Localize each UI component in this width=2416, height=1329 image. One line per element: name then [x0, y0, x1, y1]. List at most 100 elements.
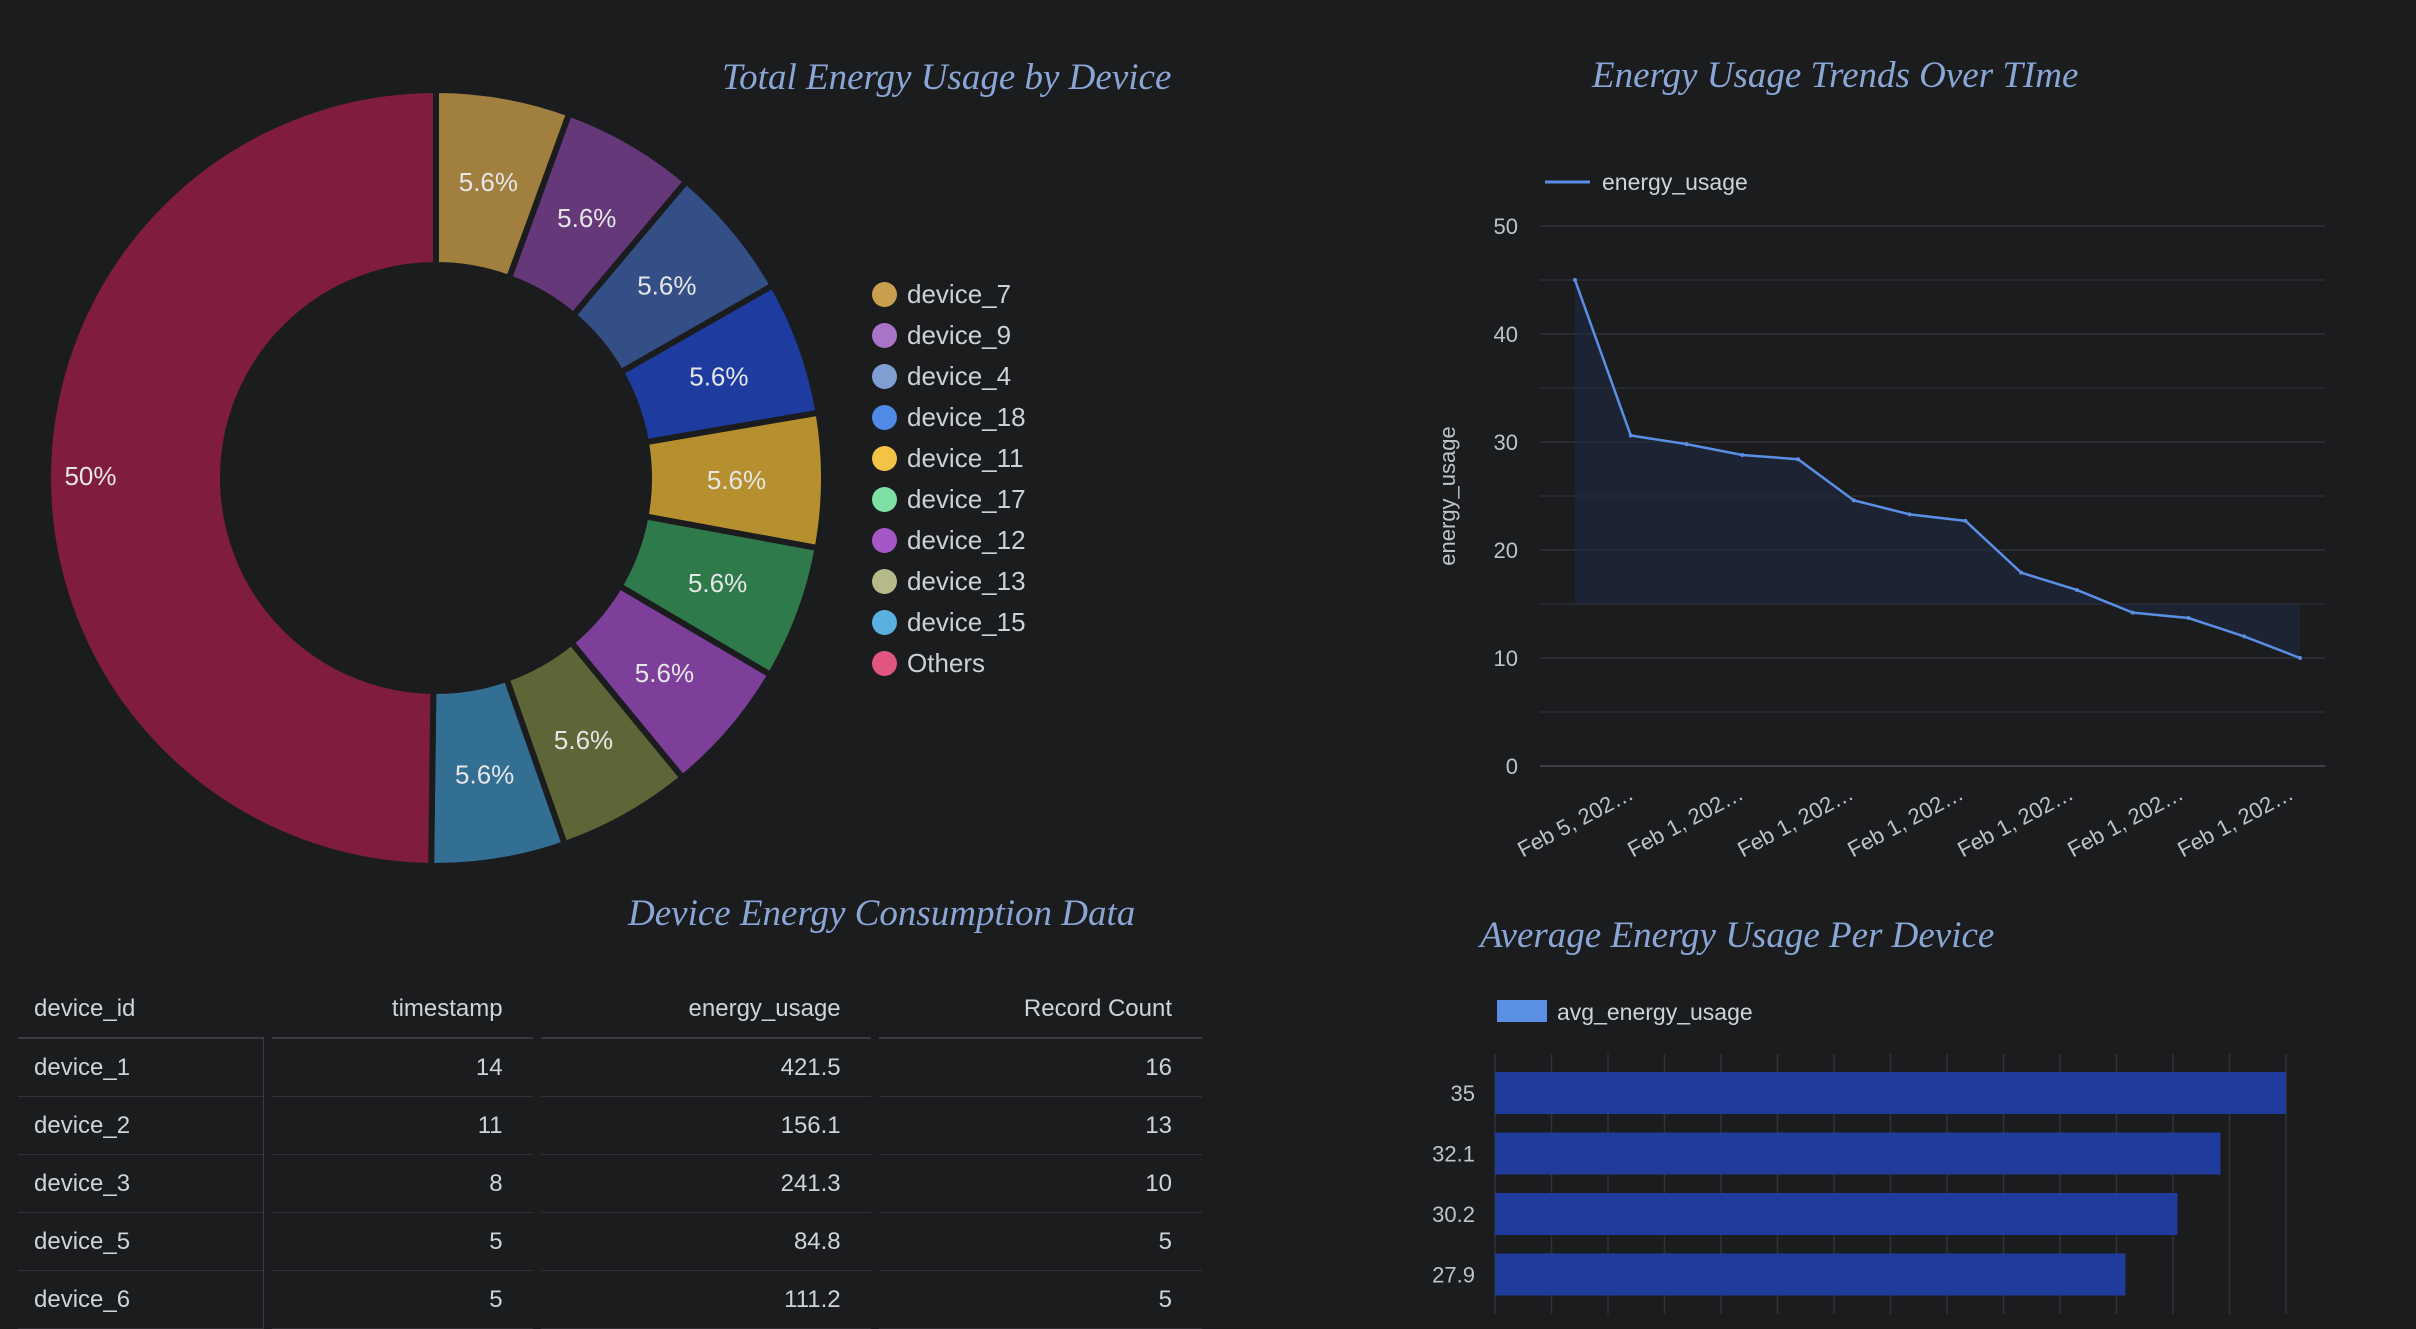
legend-item[interactable]: device_13 [872, 561, 1026, 602]
column-gap [871, 1271, 879, 1329]
x-tick-label: Feb 1, 202… [2173, 780, 2297, 862]
data-point [1628, 433, 1633, 438]
slice-label: 5.6% [459, 167, 518, 197]
bar [1495, 1072, 2286, 1114]
bar [1495, 1193, 2178, 1235]
legend-item[interactable]: device_4 [872, 356, 1026, 397]
table-cell: 16 [878, 1039, 1202, 1097]
data-point [1796, 457, 1801, 462]
donut-legend: device_7 device_9 device_4 device_18 device_… [872, 274, 1026, 684]
legend-item[interactable]: device_18 [872, 397, 1026, 438]
legend-label: device_9 [907, 320, 1012, 350]
y-tick-label: 30.2 [1432, 1202, 1475, 1227]
y-axis-label: energy_usage [1435, 426, 1460, 565]
area-fill [1575, 280, 2300, 658]
slice-label: 5.6% [557, 203, 616, 233]
line-chart: 0 10 20 30 40 50 energy_usage energy_usage Feb 5… [1435, 169, 2325, 862]
legend-swatch [872, 323, 897, 348]
legend-item[interactable]: device_11 [872, 438, 1026, 479]
slice-label: 5.6% [455, 760, 514, 790]
bar-chart-title: Average Energy Usage Per Device [1480, 915, 1995, 956]
column-gap [264, 1271, 272, 1329]
x-tick-label: Feb 1, 202… [1733, 780, 1857, 862]
legend-item[interactable]: device_17 [872, 479, 1026, 520]
column-gap [264, 1097, 272, 1155]
table-row: device_6 5 111.2 5 [18, 1271, 1202, 1329]
legend-label: energy_usage [1602, 169, 1748, 195]
table-cell: 5 [271, 1271, 533, 1329]
data-point [2186, 616, 2191, 621]
table-cell: 14 [271, 1039, 533, 1097]
column-header[interactable]: timestamp [271, 980, 533, 1039]
legend-label: device_17 [907, 484, 1026, 514]
table-cell: device_5 [18, 1213, 264, 1271]
data-point [2130, 610, 2135, 615]
table-cell: 10 [878, 1155, 1202, 1213]
legend-item[interactable]: device_9 [872, 315, 1026, 356]
slice-label: 5.6% [637, 271, 696, 301]
table-cell: 8 [271, 1155, 533, 1213]
legend-item[interactable]: device_15 [872, 602, 1026, 643]
column-gap [871, 1039, 879, 1097]
table-cell: device_3 [18, 1155, 264, 1213]
legend-swatch [872, 446, 897, 471]
y-tick-label: 40 [1494, 322, 1518, 347]
legend-label: device_11 [907, 443, 1024, 473]
table-cell: 241.3 [540, 1155, 871, 1213]
slice-label: 5.6% [635, 658, 694, 688]
table-row: device_1 14 421.5 16 [18, 1039, 1202, 1097]
data-point [2242, 634, 2247, 639]
legend-swatch [872, 487, 897, 512]
legend-swatch [872, 282, 897, 307]
x-tick-label: Feb 5, 202… [1513, 780, 1637, 862]
table-cell: 84.8 [540, 1213, 871, 1271]
column-gap [871, 1155, 879, 1213]
legend-swatch [872, 528, 897, 553]
legend-label: device_15 [907, 607, 1026, 637]
column-header[interactable]: device_id [18, 980, 264, 1039]
y-tick-label: 0 [1506, 754, 1518, 779]
line-chart-title: Energy Usage Trends Over TIme [1592, 55, 2079, 96]
legend-swatch [872, 651, 897, 676]
column-gap [533, 1213, 541, 1271]
column-gap [533, 980, 541, 1039]
y-tick-label: 30 [1494, 430, 1518, 455]
data-point [1684, 442, 1689, 447]
bar-chart: avg_energy_usage 35 32.1 30.2 27.9 [1432, 999, 2287, 1314]
y-tick-label: 32.1 [1432, 1142, 1475, 1167]
table-cell: 13 [878, 1097, 1202, 1155]
slice-label: 50% [64, 461, 116, 491]
data-point [1740, 452, 1745, 457]
legend-label: device_7 [907, 279, 1012, 309]
table-header-row: device_id timestamp energy_usage Record Cou… [18, 980, 1202, 1039]
legend-item[interactable]: Others [872, 643, 1026, 684]
table-cell: 111.2 [540, 1271, 871, 1329]
x-tick-label: Feb 1, 202… [2063, 780, 2187, 862]
legend-item[interactable]: device_7 [872, 274, 1026, 315]
column-gap [533, 1155, 541, 1213]
donut-chart: 5.6% 5.6% 5.6% 5.6% 5.6% 5.6% 5.6% 5.6% 5.6% 50% [44, 86, 827, 870]
y-tick-label: 10 [1494, 646, 1518, 671]
legend-label: device_13 [907, 566, 1026, 596]
table-cell: 5 [878, 1213, 1202, 1271]
legend-swatch [1497, 1000, 1547, 1022]
legend-label: Others [907, 648, 986, 678]
legend-label: device_18 [907, 402, 1026, 432]
table-row: device_5 5 84.8 5 [18, 1213, 1202, 1271]
data-point [2074, 587, 2079, 592]
column-gap [871, 980, 879, 1039]
data-point [1963, 518, 1968, 523]
table-cell: 421.5 [540, 1039, 871, 1097]
legend-item[interactable]: device_12 [872, 520, 1026, 561]
slice-label: 5.6% [707, 465, 766, 495]
column-gap [871, 1213, 879, 1271]
device-table: device_id timestamp energy_usage Record Cou… [18, 980, 1202, 1329]
x-tick-label: Feb 1, 202… [1953, 780, 2077, 862]
table-cell: device_1 [18, 1039, 264, 1097]
column-gap [533, 1097, 541, 1155]
table-row: device_2 11 156.1 13 [18, 1097, 1202, 1155]
column-header[interactable]: energy_usage [540, 980, 871, 1039]
x-tick-label: Feb 1, 202… [1623, 780, 1747, 862]
bar [1495, 1253, 2126, 1296]
column-header[interactable]: Record Count [878, 980, 1202, 1039]
